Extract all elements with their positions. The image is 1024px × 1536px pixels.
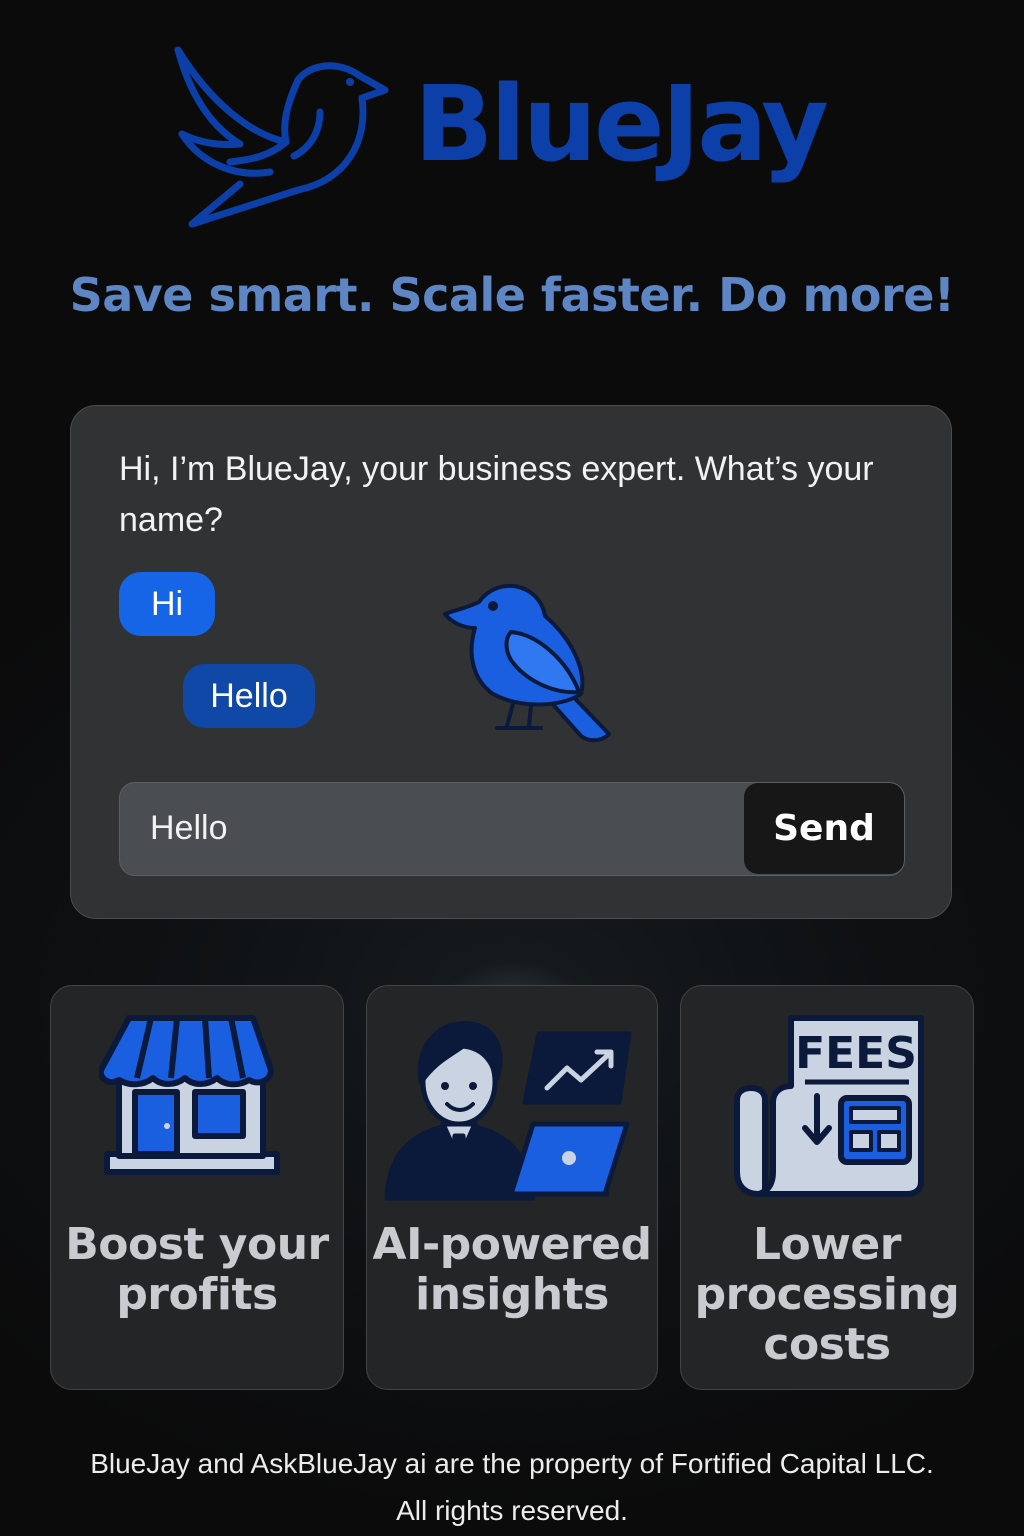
message-input[interactable] xyxy=(120,783,744,874)
feature-label: AI-powered insights xyxy=(372,1219,652,1320)
fees-icon-text: FEES xyxy=(795,1028,917,1079)
bird-logo-icon xyxy=(174,46,389,228)
chat-card: Hi, I’m BlueJay, your business expert. W… xyxy=(70,405,952,919)
chat-bubble-hi[interactable]: Hi xyxy=(119,572,215,636)
brand-logo: BlueJay xyxy=(170,42,870,232)
feature-card-profits[interactable]: Boost your profits xyxy=(50,985,344,1390)
feature-label: Boost your profits xyxy=(65,1219,329,1320)
bluejay-mascot-icon xyxy=(443,584,611,743)
footer: BlueJay and AskBlueJay ai are the proper… xyxy=(0,1440,1024,1534)
tagline: Save smart. Scale faster. Do more! xyxy=(69,268,955,322)
chat-greeting: Hi, I’m BlueJay, your business expert. W… xyxy=(119,450,874,539)
send-button[interactable]: Send xyxy=(744,783,904,874)
feature-card-insights[interactable]: AI-powered insights xyxy=(366,985,658,1390)
brand-name: BlueJay xyxy=(414,63,829,185)
chat-bubble-hello[interactable]: Hello xyxy=(183,664,315,728)
storefront-icon xyxy=(99,1015,280,1175)
message-composer: Send xyxy=(119,782,905,876)
analyst-laptop-icon xyxy=(384,1021,632,1201)
footer-rights: All rights reserved. xyxy=(396,1495,628,1526)
feature-label: Lower processing costs xyxy=(694,1219,960,1370)
footer-copyright: BlueJay and AskBlueJay ai are the proper… xyxy=(90,1448,934,1479)
feature-card-costs[interactable]: FEES Lower processing costs xyxy=(680,985,974,1390)
fees-document-icon: FEES xyxy=(734,1015,924,1197)
